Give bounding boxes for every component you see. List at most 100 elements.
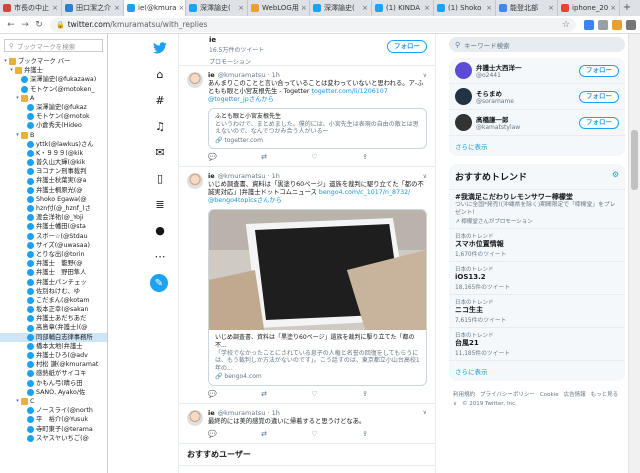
bookmark-item[interactable]: 弁護士 野田隼人	[0, 268, 107, 277]
bookmark-item[interactable]: 高島章(弁護士)(@	[0, 323, 107, 332]
bookmark-item[interactable]: 佐別ねけむ、ゆ	[0, 287, 107, 296]
avatar[interactable]	[187, 173, 203, 190]
avatar[interactable]	[187, 409, 203, 426]
expand-toggle-icon[interactable]: ▾	[14, 397, 21, 406]
bookmark-item[interactable]: こだまん(@kotam	[0, 296, 107, 305]
who-to-follow-row[interactable]: 弁護士大西洋一 @o2441 フォロー	[449, 58, 625, 84]
expand-toggle-icon[interactable]: ▾	[2, 57, 9, 66]
bookmark-item[interactable]: 橋本太地(弁護士	[0, 342, 107, 351]
trend-item[interactable]: #我満足こだわりレモンサワー檸檬堂 ついに全国*発売!(沖縄県を除く)期間限定で「…	[449, 190, 625, 229]
bookmark-folder[interactable]: ▾ C	[0, 397, 107, 406]
footer-link[interactable]: プライバシーポリシー	[480, 392, 535, 398]
like-heart-icon[interactable]: ♡	[311, 430, 317, 438]
follow-button[interactable]: フォロー	[579, 90, 619, 103]
close-icon[interactable]: ×	[360, 4, 368, 12]
bookmark-folder[interactable]: ▾ A	[0, 94, 107, 103]
bookmark-item[interactable]: 普久山大輝(@kik	[0, 158, 107, 167]
bookmark-item[interactable]: 渡会洋祐(@_Yoji	[0, 213, 107, 222]
close-icon[interactable]: ×	[50, 4, 58, 12]
twitter-bird-icon[interactable]	[152, 40, 168, 56]
bookmark-item[interactable]: 感熱紙がサイコキ	[0, 369, 107, 378]
avatar[interactable]	[455, 88, 472, 105]
bookmark-item[interactable]: 深澤諭史(@fukazawa)	[0, 75, 107, 84]
trend-item[interactable]: 日本のトレンド iOS13.2 18,165件のツイート	[449, 262, 625, 295]
like-heart-icon[interactable]: ♡	[311, 153, 317, 161]
share-icon[interactable]: ⇪	[362, 153, 368, 161]
retweet-icon[interactable]: ⇄	[261, 153, 267, 161]
user-name[interactable]: 弁護士大西洋一	[476, 62, 579, 72]
bookmark-item[interactable]: 平 裕介(@Yusuk	[0, 415, 107, 424]
bookmark-item[interactable]: 寺町東子(@terama	[0, 425, 107, 434]
browser-tab[interactable]: 能登北部 ×	[496, 0, 558, 16]
tweet[interactable]: ie @kmuramatsu · 1h ∨ いじめ調査書、資料は「黒塗り60ページ」…	[179, 167, 435, 404]
reply-icon[interactable]: 💬	[208, 430, 217, 438]
bookmark-item[interactable]: とりな出(@torin	[0, 250, 107, 259]
bookmark-item[interactable]: 弁護士パンチェッ	[0, 278, 107, 287]
expand-toggle-icon[interactable]: ▾	[14, 131, 21, 140]
bookmark-item[interactable]: かもん弓(晴ら田	[0, 379, 107, 388]
bookmark-star-icon[interactable]: ☆	[562, 20, 570, 30]
extension-icon[interactable]	[584, 19, 594, 30]
bookmark-item[interactable]: モトケン(@motok	[0, 112, 107, 121]
avatar[interactable]	[455, 114, 472, 131]
link-card[interactable]: いじめ調査書、資料は「黒塗り60ページ」遺族を裁判に駆り立てた「都の不... 「…	[208, 209, 427, 386]
messages-envelope-icon[interactable]: ✉	[152, 144, 168, 160]
lists-icon[interactable]: ≣	[152, 196, 168, 212]
close-icon[interactable]: ×	[236, 4, 244, 12]
bookmark-item[interactable]: 深澤諭史(@fukaz	[0, 103, 107, 112]
profile-icon[interactable]	[626, 19, 636, 30]
bookmark-folder[interactable]: ▾ ブックマーク バー	[0, 57, 107, 66]
back-icon[interactable]: ←	[4, 20, 18, 30]
tweet-author-name[interactable]: ie	[208, 409, 215, 417]
close-icon[interactable]: ×	[112, 4, 120, 12]
bookmark-item[interactable]: 村松 謙(@kmuramat	[0, 360, 107, 369]
browser-tab[interactable]: iphone_20 ×	[558, 0, 620, 16]
home-icon[interactable]: ⌂	[152, 66, 168, 82]
gear-icon[interactable]: ⚙	[612, 170, 619, 183]
chevron-down-icon[interactable]: ∨	[423, 72, 427, 79]
tweet[interactable]: ie @kmuramatsu · 1h ∨ 最終的には美的感覚の違いに帰着すると思う…	[179, 404, 435, 444]
bookmark-item[interactable]: hzn付(@_hznf_)さ	[0, 204, 107, 213]
compose-tweet-button[interactable]: ✎	[150, 274, 168, 292]
who-to-follow-row[interactable]: 髙橋謙一郎 @kamatstylaw フォロー	[449, 110, 625, 136]
footer-link[interactable]: 利用規約	[453, 392, 475, 398]
footer-link[interactable]: 広告情報	[564, 392, 586, 398]
retweet-icon[interactable]: ⇄	[261, 430, 267, 438]
tweet-author-name[interactable]: ie	[208, 71, 215, 79]
who-to-follow-row[interactable]: そらまめ @soramame フォロー	[449, 84, 625, 110]
expand-toggle-icon[interactable]: ▾	[14, 94, 21, 103]
address-bar[interactable]: 🔒 twitter.com /kmuramatsu/with_replies ☆	[50, 17, 576, 32]
follow-button[interactable]: フォロー	[579, 116, 619, 129]
close-icon[interactable]: ×	[608, 4, 616, 12]
forward-icon[interactable]: →	[18, 20, 32, 30]
close-icon[interactable]: ×	[484, 4, 492, 12]
bookmark-item[interactable]: 弁護士秋葉実(@a	[0, 176, 107, 185]
bookmark-item[interactable]: 小倉秀夫(Hideo	[0, 121, 107, 130]
trend-item[interactable]: 日本のトレンド ニコ生主 7,615件のツイート	[449, 295, 625, 328]
trend-item[interactable]: 日本のトレンド スマホ位置情報 1,670件のツイート	[449, 229, 625, 262]
profile-icon[interactable]: ●	[152, 222, 168, 238]
explore-hashtag-icon[interactable]: #	[152, 92, 168, 108]
bookmarks-icon[interactable]: ▯	[152, 170, 168, 186]
bookmark-item[interactable]: 弁護士桐原光(@	[0, 186, 107, 195]
browser-tab[interactable]: (1) KINDA ×	[372, 0, 434, 16]
bookmark-item[interactable]: Shoko Egawa(@	[0, 195, 107, 204]
reply-icon[interactable]: 💬	[208, 153, 217, 161]
show-more-link[interactable]: さらに表示	[449, 136, 625, 156]
bookmark-item[interactable]: モトケン(@motoken_	[0, 85, 107, 94]
browser-tab[interactable]: 深澤諭史(×	[310, 0, 372, 16]
footer-link[interactable]: © 2019 Twitter, Inc.	[462, 401, 517, 407]
bookmark-item[interactable]: 坂本正幸(@sakan	[0, 305, 107, 314]
bookmark-item[interactable]: スボー☆(@Stdau	[0, 232, 107, 241]
user-name[interactable]: 髙橋謙一郎	[476, 114, 579, 124]
bookmark-item[interactable]: SANO, Ayako/佐	[0, 388, 107, 397]
browser-tab[interactable]: (1) Shoko ×	[434, 0, 496, 16]
share-icon[interactable]: ⇪	[362, 390, 368, 398]
trend-item[interactable]: 日本のトレンド 台風21 11,185件のツイート	[449, 328, 625, 361]
bookmark-item[interactable]: 弁護士あだちあだ	[0, 314, 107, 323]
link-card[interactable]: ふとも眼と小宮友根先生 というわけで、まとめました。僕的には、小宮先生は表現の自…	[208, 108, 427, 150]
extension-icon[interactable]	[612, 19, 622, 30]
chevron-down-icon[interactable]: ∨	[423, 173, 427, 180]
bookmark-item[interactable]: 弁護士 籠野(@	[0, 259, 107, 268]
bookmark-item[interactable]: K・９９９(@kik	[0, 149, 107, 158]
